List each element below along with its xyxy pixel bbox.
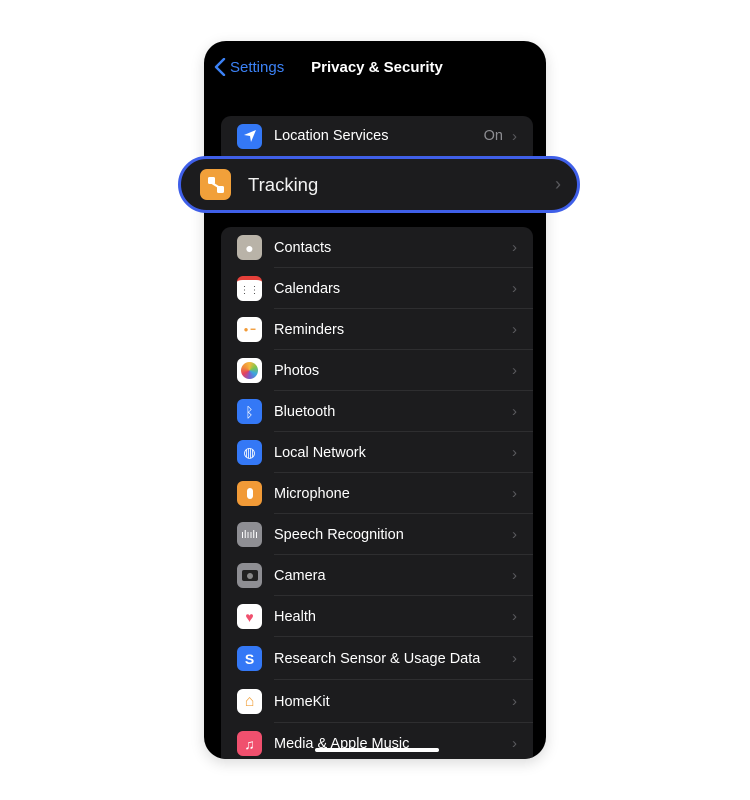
calendar-icon: ⋮⋮ xyxy=(237,276,262,301)
item-label: Speech Recognition xyxy=(274,526,404,543)
item-label: HomeKit xyxy=(274,693,330,710)
location-services-label: Location Services xyxy=(274,128,389,144)
navigation-bar: Settings Privacy & Security xyxy=(204,41,546,95)
item-label: Reminders xyxy=(274,321,345,338)
list-item-health[interactable]: ♥ Health › xyxy=(221,596,533,637)
item-label: Local Network xyxy=(274,444,366,461)
chevron-right-icon: › xyxy=(512,567,517,584)
chevron-right-icon: › xyxy=(512,735,517,752)
list-item-camera[interactable]: Camera › xyxy=(221,555,533,596)
chevron-right-icon: › xyxy=(512,127,517,145)
chevron-right-icon: › xyxy=(512,321,517,338)
chevron-right-icon: › xyxy=(512,403,517,420)
home-icon: ⌂ xyxy=(237,689,262,714)
list-item-speech-recognition[interactable]: ılıılı Speech Recognition › xyxy=(221,514,533,555)
item-label: Research Sensor & Usage Data xyxy=(274,650,481,667)
bluetooth-icon: ᛒ xyxy=(237,399,262,424)
location-services-value: On xyxy=(483,128,503,144)
microphone-icon xyxy=(237,481,262,506)
tracking-row-highlighted[interactable]: Tracking › xyxy=(178,156,580,213)
chevron-right-icon: › xyxy=(512,526,517,543)
list-item-local-network[interactable]: ◍ Local Network › xyxy=(221,432,533,473)
list-item-homekit[interactable]: ⌂ HomeKit › xyxy=(221,680,533,723)
camera-icon xyxy=(237,563,262,588)
music-note-icon: ♫ xyxy=(237,731,262,756)
item-label: Photos xyxy=(274,362,320,379)
photos-icon xyxy=(237,358,262,383)
list-item-research-sensor[interactable]: S Research Sensor & Usage Data › xyxy=(221,637,533,680)
globe-icon: ◍ xyxy=(237,440,262,465)
location-services-row[interactable]: Location Services On › xyxy=(221,116,533,156)
page-title: Privacy & Security xyxy=(311,59,443,76)
item-label: Bluetooth xyxy=(274,403,336,420)
location-arrow-icon xyxy=(237,123,262,149)
phone-screen: Settings Privacy & Security Location Ser… xyxy=(204,41,546,759)
tracking-icon xyxy=(200,169,231,200)
item-label: Camera xyxy=(274,567,326,584)
waveform-icon: ılıılı xyxy=(237,522,262,547)
list-item-bluetooth[interactable]: ᛒ Bluetooth › xyxy=(221,391,533,432)
tracking-label: Tracking xyxy=(248,173,319,195)
chevron-right-icon: › xyxy=(555,174,561,194)
chevron-right-icon: › xyxy=(512,485,517,502)
item-label: Contacts xyxy=(274,239,332,256)
contacts-icon: ● xyxy=(237,235,262,260)
chevron-right-icon: › xyxy=(512,444,517,461)
chevron-right-icon: › xyxy=(512,650,517,667)
chevron-right-icon: › xyxy=(512,239,517,256)
list-item-media-apple-music[interactable]: ♫ Media & Apple Music › xyxy=(221,723,533,759)
item-label: Microphone xyxy=(274,485,350,502)
chevron-right-icon: › xyxy=(512,362,517,379)
list-item-photos[interactable]: Photos › xyxy=(221,350,533,391)
research-icon: S xyxy=(237,646,262,671)
item-label: Health xyxy=(274,608,316,625)
list-item-calendars[interactable]: ⋮⋮ Calendars › xyxy=(221,268,533,309)
chevron-right-icon: › xyxy=(512,693,517,710)
list-item-microphone[interactable]: Microphone › xyxy=(221,473,533,514)
reminders-icon: ● ━ xyxy=(237,317,262,342)
permissions-group: ● Contacts › ⋮⋮ Calendars › ● ━ Reminders › Ph… xyxy=(221,227,533,759)
home-indicator[interactable] xyxy=(315,748,439,752)
list-item-contacts[interactable]: ● Contacts › xyxy=(221,227,533,268)
heart-icon: ♥ xyxy=(237,604,262,629)
list-item-reminders[interactable]: ● ━ Reminders › xyxy=(221,309,533,350)
chevron-right-icon: › xyxy=(512,280,517,297)
chevron-right-icon: › xyxy=(512,608,517,625)
item-label: Calendars xyxy=(274,280,341,297)
